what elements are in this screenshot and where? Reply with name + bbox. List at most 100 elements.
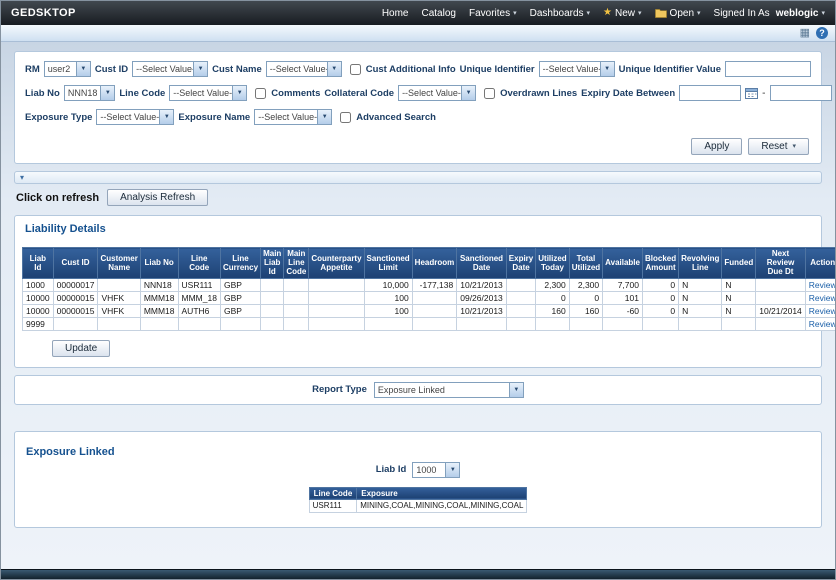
toolbar-grid-icon[interactable]: ▦ xyxy=(800,27,810,39)
comments-label: Comments xyxy=(271,87,321,99)
table-cell: N xyxy=(721,290,757,305)
unique-identifier-select[interactable]: --Select Value-- ▼ xyxy=(538,61,615,77)
expiry-date-to-input[interactable] xyxy=(769,85,832,101)
calendar-icon[interactable] xyxy=(745,87,759,99)
overdrawn-lines-checkbox[interactable] xyxy=(484,87,496,99)
line-code-select[interactable]: --Select Value-- ▼ xyxy=(169,85,248,101)
nav-new[interactable]: ★ New ▾ xyxy=(603,8,642,19)
signed-in-menu[interactable]: Signed In As weblogic ▾ xyxy=(714,8,825,19)
table-cell: 100 xyxy=(363,303,413,318)
unique-identifier-select-value: --Select Value-- xyxy=(542,64,600,74)
table-cell: AUTH6 xyxy=(177,303,221,318)
table-cell: 10/21/2013 xyxy=(456,277,507,292)
chevron-down-icon: ▾ xyxy=(586,9,591,17)
cust-name-select[interactable]: --Select Value-- ▼ xyxy=(265,61,342,77)
table-cell xyxy=(260,316,285,331)
table-cell: GBP xyxy=(219,303,262,318)
search-row-1: RM user2 ▼ Cust ID --Select Value-- ▼ Cust… xyxy=(25,61,811,77)
update-button[interactable]: Update xyxy=(52,339,111,357)
unique-identifier-value-input[interactable] xyxy=(725,61,811,77)
top-navigation-bar: GEDSKTOP Home Catalog Favorites ▾ Dashboa… xyxy=(1,1,835,25)
table-cell: MMM_18 xyxy=(177,290,221,305)
liab-id-select[interactable]: 1000 ▼ xyxy=(412,461,461,478)
cust-additional-info-checkbox[interactable] xyxy=(349,63,361,75)
table-row[interactable]: 9999ReviewN xyxy=(22,316,835,331)
collapse-icon[interactable]: ▾ xyxy=(20,173,24,182)
table-row[interactable]: 1000 00000017 NNN18 USR111 GBP 10,000 -177,138… xyxy=(22,277,835,292)
cust-id-select[interactable]: --Select Value-- ▼ xyxy=(132,61,209,77)
table-cell xyxy=(505,303,537,318)
exposure-type-label: Exposure Type xyxy=(25,111,93,123)
search-row-2: Liab No NNN18 ▼ Line Code --Select Value-… xyxy=(25,85,832,101)
chevron-down-icon: ▼ xyxy=(100,86,115,100)
column-header: Sanctioned Limit xyxy=(363,247,413,279)
table-cell: GBP xyxy=(219,290,262,305)
table-cell: 10/21/2014 xyxy=(755,303,806,318)
table-cell xyxy=(139,316,179,331)
nav-home[interactable]: Home xyxy=(382,8,409,19)
column-header: Cust ID xyxy=(52,247,99,279)
table-cell: -60 xyxy=(602,303,643,318)
column-header: Main Liab Id xyxy=(260,247,285,279)
liab-no-select[interactable]: NNN18 ▼ xyxy=(63,85,116,101)
cust-name-select-value: --Select Value-- xyxy=(269,64,327,74)
nav-catalog-label: Catalog xyxy=(421,7,456,19)
chevron-down-icon: ▾ xyxy=(697,9,701,17)
column-header: Revolving Line xyxy=(678,247,723,279)
column-header: Line Currency xyxy=(219,247,262,279)
comments-checkbox[interactable] xyxy=(255,87,267,99)
apply-button[interactable]: Apply xyxy=(691,138,743,155)
table-cell xyxy=(97,277,141,292)
advanced-search-checkbox[interactable] xyxy=(340,111,352,123)
review-link[interactable]: Review xyxy=(809,293,835,303)
refresh-instruction: Click on refresh xyxy=(16,191,100,204)
liab-id-select-value: 1000 xyxy=(416,464,437,475)
overdrawn-lines-label: Overdrawn Lines xyxy=(500,87,578,99)
line-code-select-value: --Select Value-- xyxy=(173,88,233,98)
table-cell xyxy=(283,277,310,292)
column-header: Expiry Date xyxy=(505,247,537,279)
exposure-table-header: Line Code Exposure xyxy=(308,486,528,500)
table-row[interactable]: 10000 00000015 VHFK MMM18 AUTH6 GBP 100 10/21/2… xyxy=(22,303,835,318)
liab-no-select-value: NNN18 xyxy=(67,88,98,98)
nav-dashboards[interactable]: Dashboards ▾ xyxy=(530,8,590,19)
exposure-name-select[interactable]: --Select Value-- ▼ xyxy=(254,109,333,125)
column-header: Utilized Today xyxy=(535,247,570,279)
nav-catalog[interactable]: Catalog xyxy=(422,8,456,19)
nav-open[interactable]: Open ▾ xyxy=(654,7,701,19)
help-icon[interactable]: ? xyxy=(816,27,828,39)
table-cell: USR111 xyxy=(308,498,358,513)
collateral-code-select[interactable]: --Select Value-- ▼ xyxy=(398,85,477,101)
global-nav: Home Catalog Favorites ▾ Dashboards ▾ ★ New… xyxy=(382,8,825,19)
table-cell: 100 xyxy=(363,290,413,305)
rm-select[interactable]: user2 ▼ xyxy=(43,61,91,77)
table-cell xyxy=(308,303,365,318)
table-cell: 10/21/2013 xyxy=(456,303,507,318)
table-cell: Review xyxy=(804,277,835,292)
table-cell: 0 xyxy=(535,290,570,305)
report-type-select[interactable]: Exposure Linked ▼ xyxy=(373,381,524,398)
table-cell: N xyxy=(678,277,723,292)
nav-open-label: Open xyxy=(669,7,695,19)
analysis-refresh-button[interactable]: Analysis Refresh xyxy=(107,189,209,206)
exposure-type-select-value: --Select Value-- xyxy=(100,112,160,122)
chevron-down-icon: ▼ xyxy=(317,110,332,124)
table-cell xyxy=(755,290,806,305)
review-link[interactable]: Review xyxy=(809,306,835,316)
liab-id-row: Liab Id 1000 ▼ xyxy=(376,461,461,478)
review-link[interactable]: Review xyxy=(809,319,835,329)
exposure-type-select[interactable]: --Select Value-- ▼ xyxy=(96,109,175,125)
table-row[interactable]: 10000 00000015 VHFK MMM18 MMM_18 GBP 100 09/26/… xyxy=(22,290,835,305)
review-link[interactable]: Review xyxy=(809,280,835,290)
table-cell: 0 xyxy=(641,277,680,292)
apply-button-label: Apply xyxy=(704,141,730,152)
folder-icon xyxy=(654,9,667,18)
main-content: RM user2 ▼ Cust ID --Select Value-- ▼ Cust… xyxy=(1,42,835,569)
expiry-date-from-input[interactable] xyxy=(679,85,742,101)
cust-id-label: Cust ID xyxy=(94,63,129,75)
date-range-separator: - xyxy=(762,87,766,99)
table-row[interactable]: USR111 MINING,COAL,MINING,COAL,MINING,COA… xyxy=(308,498,528,513)
table-cell xyxy=(260,290,285,305)
reset-button[interactable]: Reset ▾ xyxy=(748,138,809,155)
nav-favorites[interactable]: Favorites ▾ xyxy=(469,8,517,19)
